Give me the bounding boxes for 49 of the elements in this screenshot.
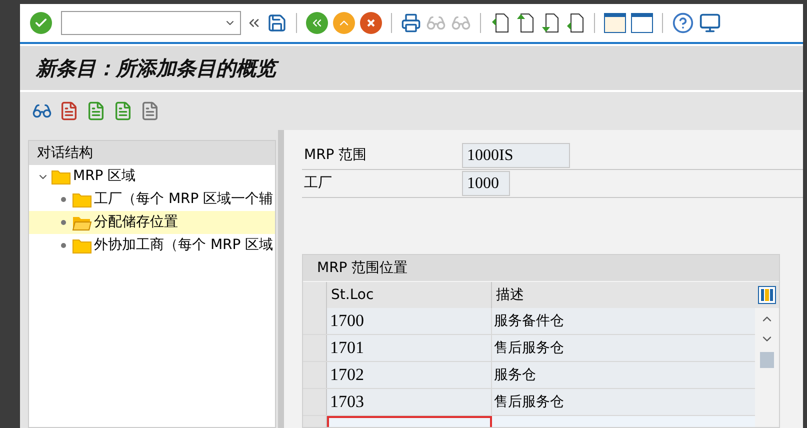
select-block-icon[interactable] [113, 101, 133, 121]
tree-header: 对话结构 [29, 141, 275, 165]
next-page-icon[interactable] [540, 12, 560, 34]
first-page-icon[interactable] [490, 12, 510, 34]
folder-icon [72, 238, 92, 254]
table-cell: 1701 [327, 335, 492, 361]
field-value[interactable]: 1000IS [462, 143, 570, 168]
table-title: MRP 范围位置 [316, 258, 409, 278]
tree-label: 外协加工商（每个 MRP 区域 [94, 236, 274, 255]
open-folder-icon [72, 214, 92, 230]
bullet-icon [61, 220, 66, 225]
new-window-icon[interactable] [604, 13, 626, 33]
tree-label: MRP 区域 [73, 167, 136, 186]
scroll-thumb[interactable] [760, 352, 774, 368]
bullet-icon [61, 243, 66, 248]
command-field[interactable] [61, 11, 241, 35]
column-header[interactable]: 描述 [492, 282, 758, 308]
tree-label: 分配储存位置 [94, 213, 178, 232]
check-icon[interactable] [30, 12, 52, 34]
scrollbar[interactable] [755, 308, 779, 427]
bullet-icon [61, 197, 66, 202]
save-icon[interactable] [267, 13, 287, 33]
shortcut-icon[interactable] [631, 13, 653, 33]
table-cell: 服务仓 [492, 362, 755, 388]
cancel-icon[interactable] [360, 12, 382, 34]
back-icon[interactable] [306, 12, 328, 34]
field-value[interactable]: 1000 [462, 171, 510, 196]
tree-label: 工厂（每个 MRP 区域一个辅 [94, 190, 274, 209]
print-icon[interactable] [401, 13, 421, 33]
tree-item[interactable]: MRP 区域 [29, 165, 275, 188]
deselect-icon[interactable] [140, 101, 160, 121]
delete-row-icon[interactable] [59, 101, 79, 121]
table-cell: 服务备件仓 [492, 308, 755, 334]
table-cell: 售后服务仓 [492, 389, 755, 415]
table-cell: 1702 [327, 362, 492, 388]
folder-icon [51, 168, 71, 184]
table-cell: 售后服务仓 [492, 335, 755, 361]
help-icon[interactable] [672, 12, 694, 34]
tree-item[interactable]: 工厂（每个 MRP 区域一个辅 [29, 188, 275, 211]
column-settings-icon[interactable] [758, 286, 776, 304]
tree-item[interactable]: 外协加工商（每个 MRP 区域 [29, 234, 275, 257]
layout-icon[interactable] [699, 12, 721, 34]
table-cell: 1703 [327, 389, 492, 415]
last-page-icon[interactable] [565, 12, 585, 34]
previous-page-icon[interactable] [515, 12, 535, 34]
tree-item[interactable]: 分配储存位置 [29, 211, 275, 234]
select-all-icon[interactable] [86, 101, 106, 121]
folder-icon [72, 192, 92, 208]
table-cell: 1700 [327, 308, 492, 334]
